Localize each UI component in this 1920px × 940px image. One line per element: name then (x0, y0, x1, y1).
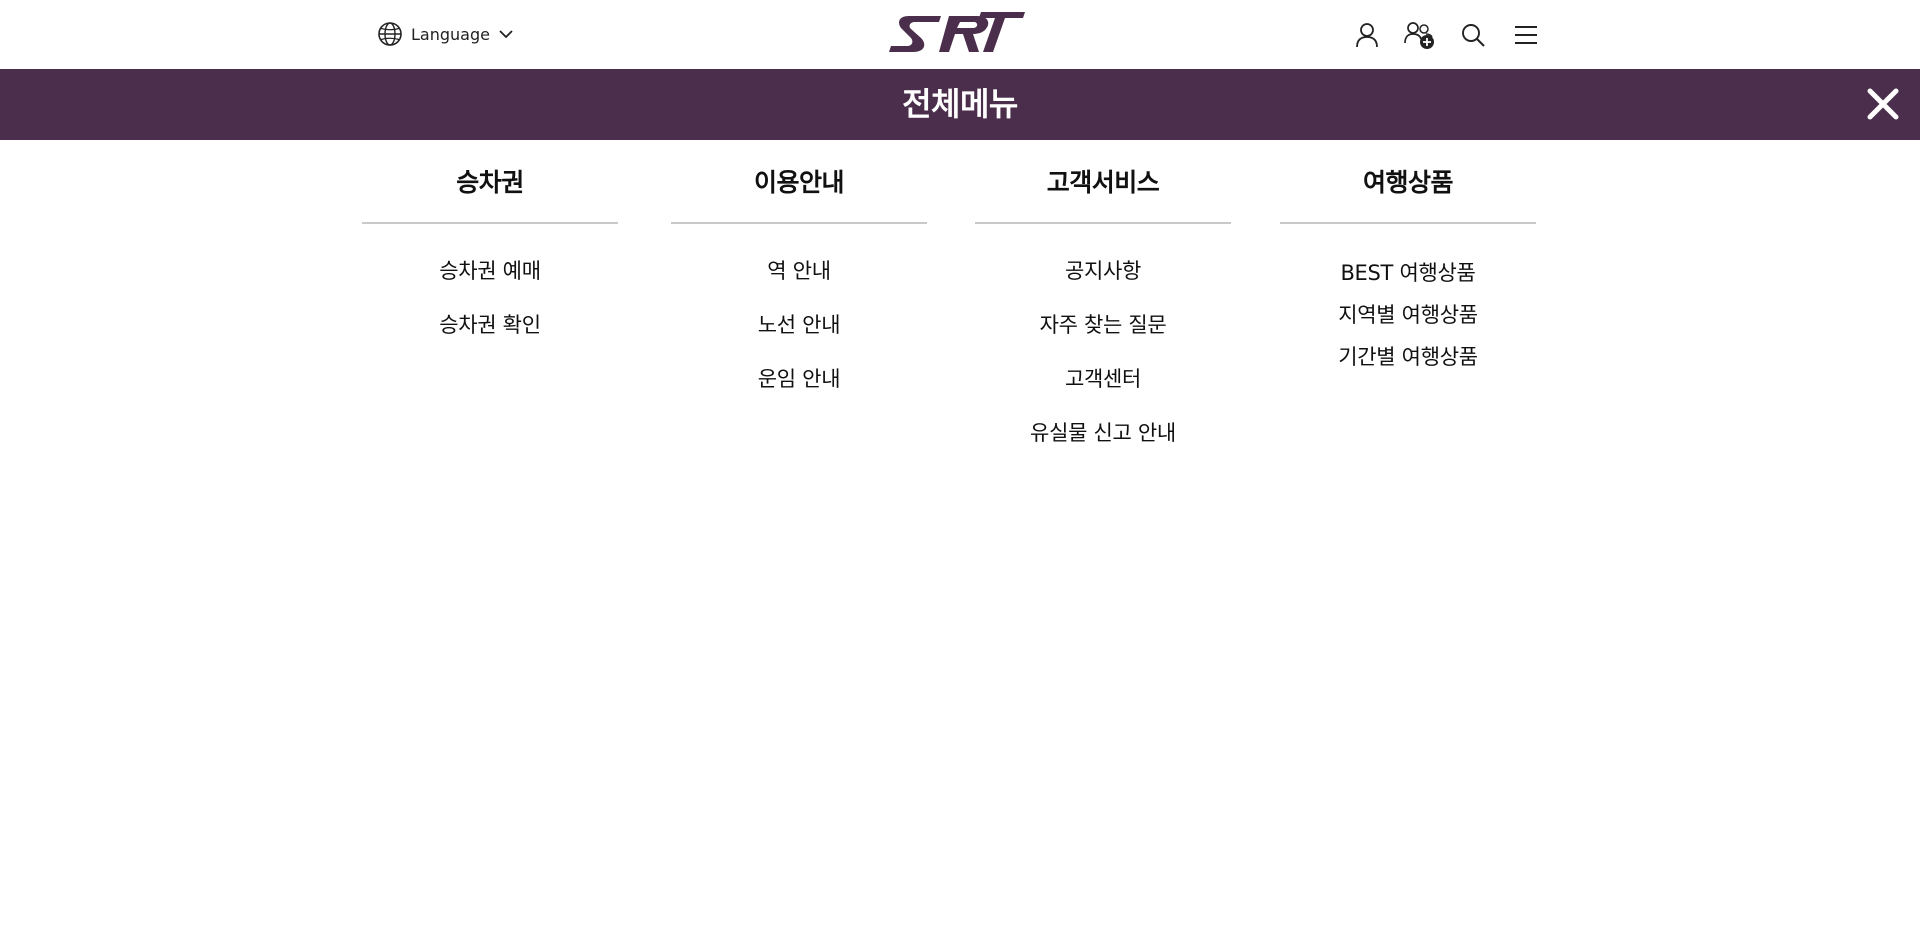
menu-item-station-info[interactable]: 역 안내 (671, 254, 927, 308)
menu-item-fare-info[interactable]: 운임 안내 (671, 362, 927, 416)
menu-column-title[interactable]: 승차권 (362, 140, 618, 222)
menu-item-customer-center[interactable]: 고객센터 (975, 362, 1231, 416)
menu-column-customer-service: 고객서비스 공지사항 자주 찾는 질문 고객센터 유실물 신고 안내 (975, 140, 1231, 470)
menu-item-ticket-check[interactable]: 승차권 확인 (362, 308, 618, 362)
menu-column-title[interactable]: 이용안내 (671, 140, 927, 222)
menu-column-list: 승차권 예매 승차권 확인 (362, 224, 618, 362)
menu-column-title[interactable]: 고객서비스 (975, 140, 1231, 222)
menu-column-travel-products: 여행상품 BEST 여행상품 지역별 여행상품 기간별 여행상품 (1280, 140, 1536, 382)
menu-item-best-travel[interactable]: BEST 여행상품 (1280, 256, 1536, 298)
globe-icon (377, 21, 403, 47)
full-menu-bar: 전체메뉴 (0, 69, 1920, 140)
header-actions (1350, 18, 1543, 52)
user-add-icon[interactable] (1403, 18, 1437, 52)
menu-column-tickets: 승차권 승차권 예매 승차권 확인 (362, 140, 618, 362)
hamburger-menu-icon[interactable] (1509, 18, 1543, 52)
close-menu-button[interactable] (1866, 87, 1900, 121)
close-icon (1866, 87, 1900, 121)
menu-column-list: 공지사항 자주 찾는 질문 고객센터 유실물 신고 안내 (975, 224, 1231, 470)
language-label: Language (411, 24, 490, 44)
user-icon[interactable] (1350, 18, 1384, 52)
chevron-down-icon (498, 28, 514, 40)
menu-item-route-info[interactable]: 노선 안내 (671, 308, 927, 362)
menu-column-guide: 이용안내 역 안내 노선 안내 운임 안내 (671, 140, 927, 416)
menu-item-notices[interactable]: 공지사항 (975, 254, 1231, 308)
menu-item-faq[interactable]: 자주 찾는 질문 (975, 308, 1231, 362)
menu-item-ticket-booking[interactable]: 승차권 예매 (362, 254, 618, 308)
menu-column-list: BEST 여행상품 지역별 여행상품 기간별 여행상품 (1280, 224, 1536, 382)
menu-column-list: 역 안내 노선 안내 운임 안내 (671, 224, 927, 416)
top-header: Language (0, 0, 1920, 69)
menu-item-seasonal-travel[interactable]: 기간별 여행상품 (1280, 340, 1536, 382)
menu-column-title[interactable]: 여행상품 (1280, 140, 1536, 222)
full-menu-title: 전체메뉴 (902, 85, 1018, 123)
menu-item-regional-travel[interactable]: 지역별 여행상품 (1280, 298, 1536, 340)
menu-item-lost-and-found[interactable]: 유실물 신고 안내 (975, 416, 1231, 470)
srt-logo[interactable] (889, 12, 1025, 56)
language-selector[interactable]: Language (377, 20, 514, 48)
search-icon[interactable] (1456, 18, 1490, 52)
full-menu-columns: 승차권 승차권 예매 승차권 확인 이용안내 역 안내 노선 안내 운임 안내 … (0, 140, 1920, 600)
